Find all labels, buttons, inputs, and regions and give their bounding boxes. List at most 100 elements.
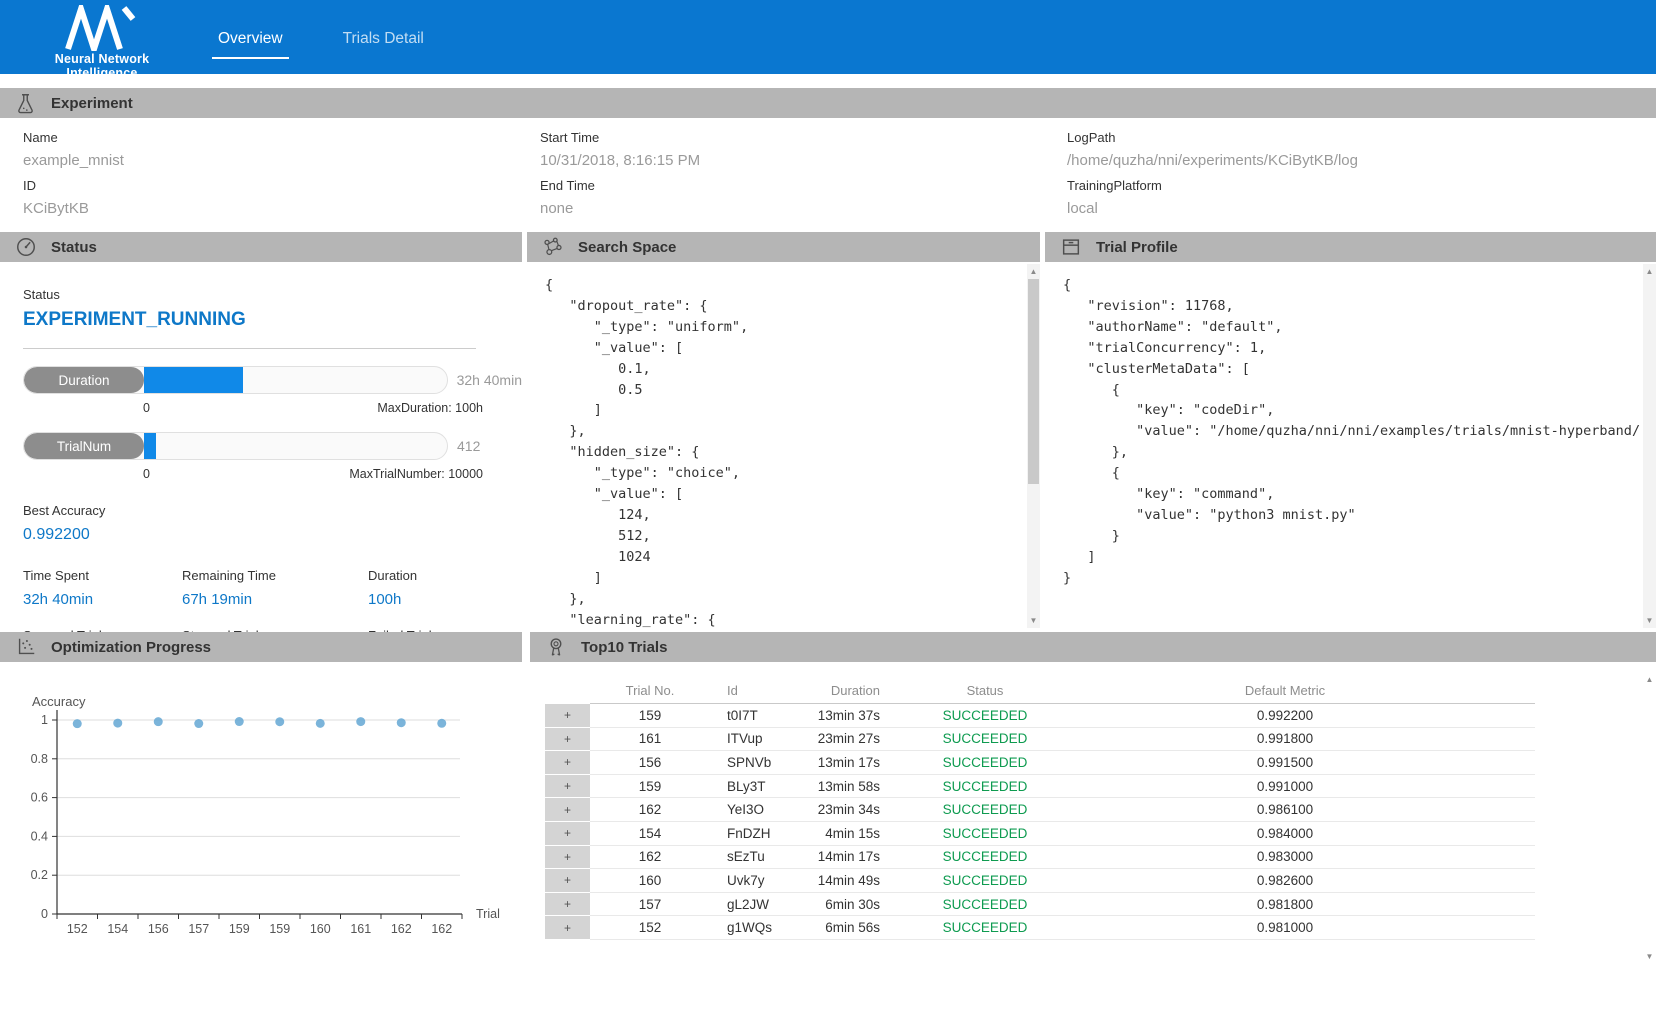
default-metric-cell: 0.992200 (1090, 708, 1480, 723)
scroll-up-icon[interactable]: ▲ (1643, 267, 1656, 276)
progress-min-label: 0 (143, 467, 150, 481)
svg-text:161: 161 (350, 922, 371, 936)
accuracy-scatter-chart: Accuracy00.20.40.60.81152154156157159159… (0, 662, 522, 1030)
svg-text:0.2: 0.2 (31, 868, 48, 882)
stat-value: 67h 19min (182, 591, 368, 608)
medal-icon (545, 636, 567, 658)
stat-remaining-time: Remaining Time 67h 19min (182, 568, 368, 608)
duration-cell: 6min 56s (780, 920, 880, 935)
top10-trials-title: Top10 Trials (581, 639, 667, 656)
duration-cell: 23min 34s (780, 802, 880, 817)
scrollbar-thumb[interactable] (1028, 279, 1039, 484)
column-header-status: Status (880, 683, 1090, 698)
progress-max-label: MaxDuration: 100h (377, 401, 483, 415)
expand-row-button[interactable]: + (545, 846, 590, 870)
best-accuracy-label: Best Accuracy (23, 503, 522, 518)
stat-label: Time Spent (23, 568, 182, 583)
column-header-id: Id (710, 683, 780, 698)
field-label: End Time (540, 178, 700, 193)
scroll-down-icon[interactable]: ▼ (1643, 616, 1656, 625)
default-metric-cell: 0.991500 (1090, 755, 1480, 770)
scroll-down-icon[interactable]: ▼ (1027, 616, 1040, 625)
field-value: none (540, 200, 700, 217)
svg-text:0: 0 (41, 907, 48, 921)
progress-current-value: 412 (457, 438, 480, 454)
status-panel: Status Status EXPERIMENT_RUNNING Duratio… (0, 232, 522, 630)
expand-row-button[interactable]: + (545, 893, 590, 917)
expand-row-button[interactable]: + (545, 704, 590, 728)
svg-text:0.6: 0.6 (31, 791, 48, 805)
stat-duration: Duration100h (368, 568, 522, 608)
svg-text:159: 159 (229, 922, 250, 936)
status-cell: SUCCEEDED (880, 849, 1090, 864)
table-row: +156SPNVb13min 17sSUCCEEDED0.991500 (545, 751, 1535, 775)
column-header-default-metric: Default Metric (1090, 683, 1480, 698)
top10-scrollbar[interactable]: ▲ ▼ (1643, 672, 1656, 964)
trial-no-cell: 161 (590, 731, 710, 746)
top10-trials-panel: Top10 Trials Trial No.IdDurationStatusDe… (530, 632, 1656, 1030)
scroll-up-icon[interactable]: ▲ (1643, 675, 1656, 684)
progress-current-value: 32h 40min (457, 372, 522, 388)
table-row: +152g1WQs6min 56sSUCCEEDED0.981000 (545, 916, 1535, 940)
svg-text:0.8: 0.8 (31, 752, 48, 766)
progress-bar: TrialNum (23, 432, 448, 460)
stat-label: Remaining Time (182, 568, 368, 583)
scroll-up-icon[interactable]: ▲ (1027, 267, 1040, 276)
status-cell: SUCCEEDED (880, 897, 1090, 912)
trial-no-cell: 152 (590, 920, 710, 935)
trial-no-cell: 159 (590, 708, 710, 723)
field-label: Start Time (540, 130, 700, 145)
table-row: +159t0I7T13min 37sSUCCEEDED0.992200 (545, 704, 1535, 728)
status-cell: SUCCEEDED (880, 731, 1090, 746)
search-space-scrollbar[interactable]: ▲ ▼ (1027, 264, 1040, 628)
table-row: +159BLy3T13min 58sSUCCEEDED0.991000 (545, 775, 1535, 799)
expand-row-button[interactable]: + (545, 751, 590, 775)
tab-overview[interactable]: Overview (212, 30, 289, 59)
trial-id-cell: t0I7T (710, 708, 780, 723)
experiment-field: IDKCiBytKB (23, 178, 124, 217)
expand-row-button[interactable]: + (545, 775, 590, 799)
field-value: 10/31/2018, 8:16:15 PM (540, 152, 700, 169)
default-metric-cell: 0.984000 (1090, 826, 1480, 841)
svg-text:162: 162 (431, 922, 452, 936)
svg-text:1: 1 (41, 713, 48, 727)
svg-text:156: 156 (148, 922, 169, 936)
default-metric-cell: 0.982600 (1090, 873, 1480, 888)
status-panel-title: Status (51, 239, 97, 256)
experiment-status-value: EXPERIMENT_RUNNING (23, 309, 522, 331)
progress-bar-label: TrialNum (24, 433, 144, 459)
nav-tabs: Overview Trials Detail (212, 30, 430, 59)
field-label: Name (23, 130, 124, 145)
default-metric-cell: 0.983000 (1090, 849, 1480, 864)
default-metric-cell: 0.981000 (1090, 920, 1480, 935)
svg-text:Trial: Trial (476, 907, 500, 921)
progress-bar-fill (144, 367, 243, 393)
trial-id-cell: g1WQs (710, 920, 780, 935)
svg-text:Accuracy: Accuracy (32, 694, 86, 709)
trial-profile-scrollbar[interactable]: ▲ ▼ (1643, 264, 1656, 628)
top10-table-header: Trial No.IdDurationStatusDefault Metric (590, 678, 1535, 704)
scroll-down-icon[interactable]: ▼ (1643, 952, 1656, 961)
svg-text:154: 154 (107, 922, 128, 936)
svg-text:157: 157 (188, 922, 209, 936)
best-accuracy-value: 0.992200 (23, 526, 522, 544)
table-row: +162YeI3O23min 34sSUCCEEDED0.986100 (545, 798, 1535, 822)
field-value: example_mnist (23, 152, 124, 169)
default-metric-cell: 0.981800 (1090, 897, 1480, 912)
svg-text:159: 159 (269, 922, 290, 936)
expand-row-button[interactable]: + (545, 728, 590, 752)
table-row: +157gL2JW6min 30sSUCCEEDED0.981800 (545, 893, 1535, 917)
search-space-json: { "dropout_rate": { "_type": "uniform", … (527, 262, 1040, 628)
experiment-info: Name example_mnist IDKCiBytKB Start Time 10… (0, 118, 1656, 232)
expand-row-button[interactable]: + (545, 798, 590, 822)
duration-cell: 13min 58s (780, 779, 880, 794)
expand-row-button[interactable]: + (545, 822, 590, 846)
duration-cell: 14min 17s (780, 849, 880, 864)
expand-row-button[interactable]: + (545, 916, 590, 940)
optimization-progress-title: Optimization Progress (51, 639, 211, 656)
expand-row-button[interactable]: + (545, 869, 590, 893)
status-cell: SUCCEEDED (880, 873, 1090, 888)
progress-bar-label: Duration (24, 367, 144, 393)
tab-trials-detail[interactable]: Trials Detail (337, 30, 430, 59)
duration-cell: 13min 37s (780, 708, 880, 723)
